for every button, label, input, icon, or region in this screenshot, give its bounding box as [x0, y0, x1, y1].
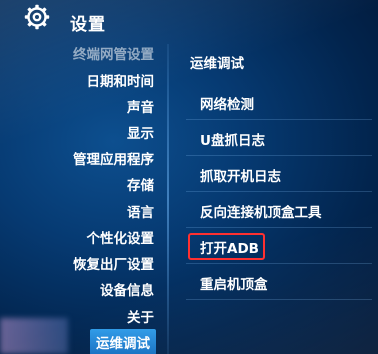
menu-item-date-time[interactable]: 日期和时间 — [87, 70, 155, 90]
settings-menu: 终端网管设置 日期和时间 声音 显示 管理应用程序 存储 语言 个性化设置 恢复… — [0, 44, 160, 354]
menu-item-device-info[interactable]: 设备信息 — [100, 279, 154, 299]
menu-item-language[interactable]: 语言 — [127, 201, 154, 221]
menu-item-display[interactable]: 显示 — [127, 122, 154, 142]
option-network-check[interactable]: 网络检测 — [186, 84, 372, 120]
menu-item-about[interactable]: 关于 — [127, 306, 154, 326]
settings-screen: 设置 终端网管设置 日期和时间 声音 显示 管理应用程序 存储 语言 个性化设置… — [0, 0, 378, 354]
option-label: 网络检测 — [200, 97, 254, 113]
blurred-region — [0, 318, 68, 354]
menu-item-sound[interactable]: 声音 — [127, 96, 154, 116]
option-reverse-connect-tool[interactable]: 反向连接机顶盒工具 — [186, 192, 372, 228]
option-label: 反向连接机顶盒工具 — [200, 205, 322, 221]
menu-item-factory-reset[interactable]: 恢复出厂设置 — [73, 253, 154, 273]
option-label: U盘抓日志 — [200, 133, 265, 149]
menu-item-storage[interactable]: 存储 — [127, 174, 154, 194]
option-reboot-stb[interactable]: 重启机顶盒 — [186, 264, 372, 300]
menu-item-terminal-management[interactable]: 终端网管设置 — [73, 43, 154, 63]
header: 设置 — [0, 0, 378, 44]
menu-item-personalization[interactable]: 个性化设置 — [87, 227, 155, 247]
menu-item-app-management[interactable]: 管理应用程序 — [73, 148, 154, 168]
option-label: 抓取开机日志 — [200, 169, 281, 185]
option-usb-log[interactable]: U盘抓日志 — [186, 120, 372, 156]
highlight-box — [188, 233, 265, 260]
panel-title: 运维调试 — [190, 56, 244, 72]
menu-item-ops-debug[interactable]: 运维调试 — [90, 329, 156, 354]
page-title: 设置 — [70, 15, 106, 35]
option-label: 重启机顶盒 — [200, 277, 268, 293]
gear-icon — [24, 4, 50, 30]
divider — [167, 44, 169, 354]
option-boot-log[interactable]: 抓取开机日志 — [186, 156, 372, 192]
